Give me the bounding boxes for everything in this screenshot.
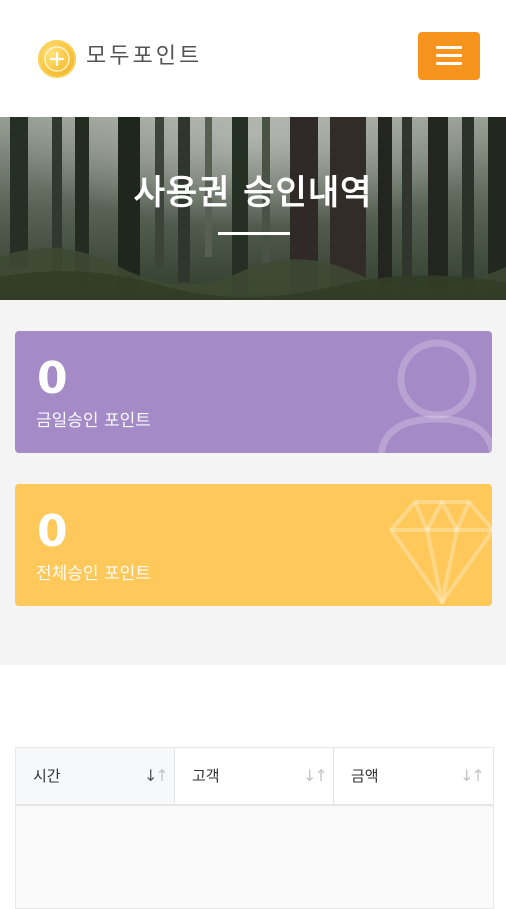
column-header-amount[interactable]: 금액 ↓↑: [334, 748, 493, 804]
column-label-time: 시간: [33, 767, 61, 785]
sort-icon[interactable]: ↓↑: [144, 766, 169, 786]
column-label-customer: 고객: [192, 767, 220, 785]
table-header: 시간 ↓↑ 고객 ↓↑ 금액 ↓↑: [16, 748, 493, 806]
sort-icon[interactable]: ↓↑: [303, 766, 328, 786]
today-points-label: 금일승인 포인트: [36, 411, 151, 431]
diamond-icon: [389, 500, 492, 604]
total-points-value: 0: [37, 506, 68, 557]
hero-banner: 사용권 승인내역: [0, 117, 506, 300]
column-header-time[interactable]: 시간 ↓↑: [16, 748, 175, 804]
page-title: 사용권 승인내역: [133, 173, 373, 213]
approval-table: 시간 ↓↑ 고객 ↓↑ 금액 ↓↑: [15, 747, 494, 909]
menu-button[interactable]: [418, 32, 480, 80]
app-name[interactable]: 모두포인트: [86, 43, 202, 71]
user-icon: [377, 339, 492, 453]
today-points-card: 0 금일승인 포인트: [15, 331, 492, 453]
column-label-amount: 금액: [351, 767, 379, 785]
sort-icon[interactable]: ↓↑: [460, 766, 485, 786]
total-points-label: 전체승인 포인트: [36, 564, 151, 584]
title-underline: [218, 232, 290, 235]
coin-plus-icon[interactable]: [38, 40, 76, 78]
column-header-customer[interactable]: 고객 ↓↑: [175, 748, 334, 804]
hamburger-icon: [436, 46, 462, 49]
total-points-card: 0 전체승인 포인트: [15, 484, 492, 606]
today-points-value: 0: [37, 353, 68, 404]
top-header: 모두포인트: [0, 0, 506, 117]
